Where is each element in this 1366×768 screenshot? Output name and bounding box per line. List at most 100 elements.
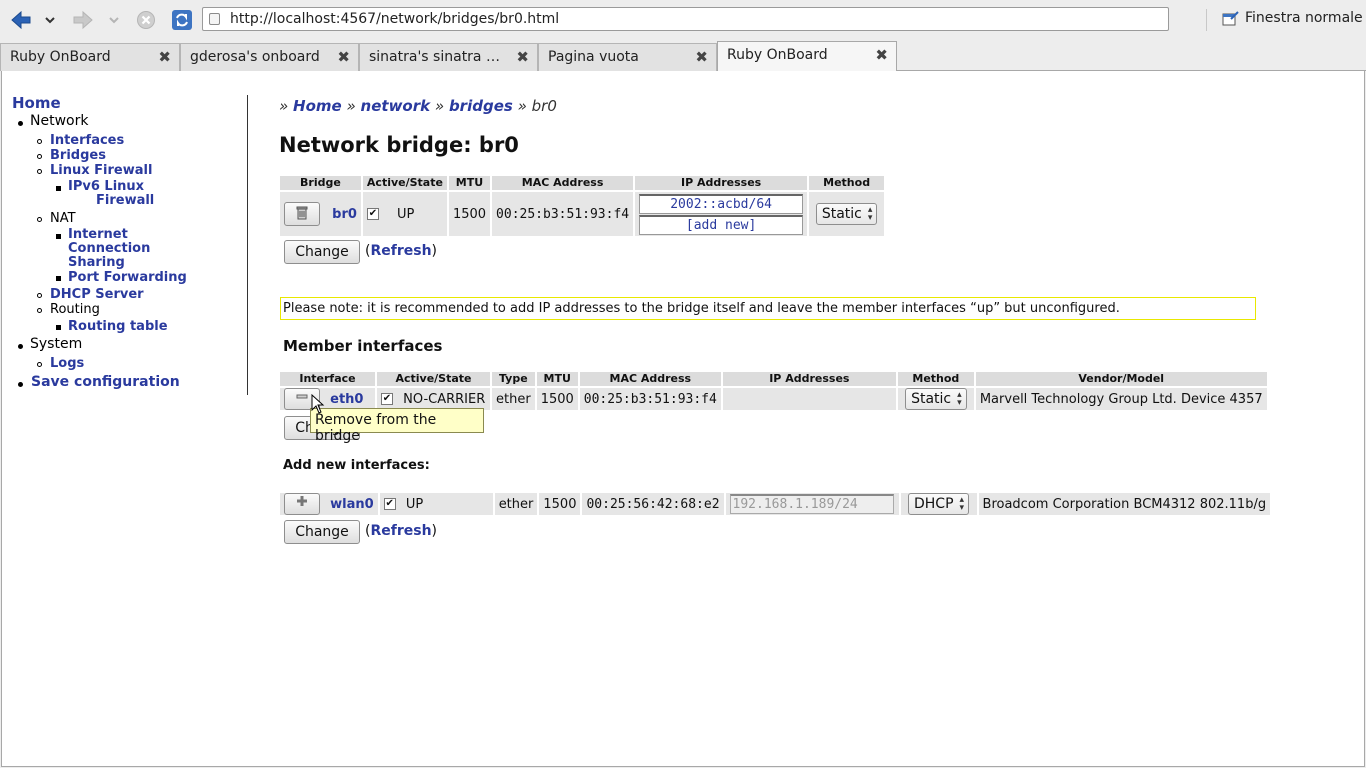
forward-button[interactable] bbox=[70, 8, 96, 32]
active-state-cell: ✔ UP bbox=[379, 493, 493, 515]
nav-save-configuration-link[interactable]: Save configuration bbox=[31, 374, 180, 390]
method-select[interactable]: Static ▴ ▾ bbox=[815, 203, 878, 225]
ip-address-input[interactable]: 2002::acbd/64 bbox=[639, 193, 804, 214]
toolbar-separator bbox=[1206, 9, 1207, 31]
bridge-name-link[interactable]: br0 bbox=[332, 207, 357, 222]
method-select[interactable]: DHCP ▴ ▾ bbox=[908, 493, 970, 515]
nav-logs-link[interactable]: Logs bbox=[50, 356, 84, 371]
add-new-interfaces-heading: Add new interfaces: bbox=[283, 458, 430, 473]
nav-internet-connection-sharing-link[interactable]: Internet Connection Sharing bbox=[68, 228, 150, 270]
refresh-link[interactable]: Refresh bbox=[370, 243, 431, 259]
delete-bridge-button[interactable] bbox=[284, 202, 320, 226]
active-state-cell: ✔ UP bbox=[362, 192, 447, 236]
active-checkbox[interactable]: ✔ bbox=[383, 498, 396, 510]
refresh-wrapper: (Refresh) bbox=[365, 243, 437, 259]
active-checkbox[interactable]: ✔ bbox=[381, 393, 393, 405]
method-select[interactable]: Static ▴ ▾ bbox=[905, 388, 967, 410]
active-checkbox[interactable]: ✔ bbox=[366, 208, 379, 220]
tab-close-icon[interactable]: ✖ bbox=[516, 49, 529, 65]
bullet-icon bbox=[18, 344, 23, 349]
forward-arrow-icon bbox=[73, 10, 93, 30]
tab-close-icon[interactable]: ✖ bbox=[337, 49, 350, 65]
refresh-link[interactable]: Refresh bbox=[370, 523, 431, 539]
nav-system-label: System bbox=[30, 336, 83, 352]
interface-name-link[interactable]: eth0 bbox=[330, 392, 363, 407]
window-mode-label: Finestra normale bbox=[1245, 10, 1363, 26]
tab-close-icon[interactable]: ✖ bbox=[875, 47, 888, 63]
nav-ics-line1: Internet bbox=[68, 227, 128, 242]
url-text: http://localhost:4567/network/bridges/br… bbox=[230, 11, 560, 27]
back-arrow-icon bbox=[11, 10, 31, 30]
tab-label: Pagina vuota bbox=[548, 49, 639, 65]
reload-button[interactable] bbox=[170, 8, 194, 32]
breadcrumb-separator: » bbox=[434, 97, 445, 115]
chevron-down-icon bbox=[109, 17, 119, 24]
col-header: MAC Address bbox=[579, 372, 721, 386]
back-history-dropdown[interactable] bbox=[42, 8, 58, 32]
ip-address-input[interactable]: 192.168.1.189/24 bbox=[729, 494, 894, 514]
member-interfaces-heading: Member interfaces bbox=[283, 337, 443, 355]
mac-cell: 00:25:56:42:68:e2 bbox=[582, 493, 724, 515]
updown-chevron-icon: ▴ ▾ bbox=[959, 495, 965, 513]
tab-sinatra[interactable]: sinatra's sinatra at master ✖ bbox=[359, 43, 538, 71]
square-bullet-icon bbox=[56, 276, 61, 281]
nav-nat-label: NAT bbox=[50, 211, 76, 226]
url-bar[interactable]: http://localhost:4567/network/bridges/br… bbox=[202, 7, 1169, 31]
nav-home-link[interactable]: Home bbox=[12, 94, 61, 112]
nav-linux-firewall-link[interactable]: Linux Firewall bbox=[50, 163, 152, 178]
tab-close-icon[interactable]: ✖ bbox=[695, 49, 708, 65]
ip-add-new-input[interactable]: [add new] bbox=[639, 214, 804, 235]
bridge-table: Bridge Active/State MTU MAC Address IP A… bbox=[278, 174, 886, 238]
tab-close-icon[interactable]: ✖ bbox=[158, 49, 171, 65]
nav-network-label: Network bbox=[30, 113, 89, 129]
interface-name-link[interactable]: wlan0 bbox=[330, 497, 374, 512]
state-value: NO-CARRIER bbox=[403, 391, 486, 407]
tab-pagina-vuota[interactable]: Pagina vuota ✖ bbox=[538, 43, 717, 71]
method-selected-value: Static bbox=[911, 391, 952, 407]
change-new-button[interactable]: Change bbox=[284, 520, 360, 544]
method-cell: DHCP ▴ ▾ bbox=[900, 493, 977, 515]
forward-history-dropdown[interactable] bbox=[106, 8, 122, 32]
nav-bridges-link[interactable]: Bridges bbox=[50, 148, 106, 163]
tab-label: gderosa's onboard bbox=[190, 49, 320, 65]
circle-bullet-icon bbox=[37, 362, 42, 367]
breadcrumb-home-link[interactable]: Home bbox=[293, 97, 342, 115]
paren-close: ) bbox=[431, 243, 438, 259]
mtu-cell: 1500 bbox=[448, 192, 491, 236]
minus-icon bbox=[296, 394, 308, 399]
tab-gderosa-onboard[interactable]: gderosa's onboard ✖ bbox=[180, 43, 359, 71]
nav-interfaces-link[interactable]: Interfaces bbox=[50, 133, 124, 148]
vendor-cell: Marvell Technology Group Ltd. Device 435… bbox=[975, 388, 1267, 410]
circle-bullet-icon bbox=[37, 217, 42, 222]
reload-icon bbox=[172, 10, 192, 30]
window-mode-button[interactable]: Finestra normale bbox=[1222, 10, 1363, 26]
nav-dhcp-server-link[interactable]: DHCP Server bbox=[50, 287, 144, 302]
add-interface-button[interactable] bbox=[284, 493, 320, 515]
breadcrumb-bridges-link[interactable]: bridges bbox=[449, 97, 513, 115]
back-button[interactable] bbox=[8, 8, 34, 32]
ip-addresses-cell: 2002::acbd/64 [add new] bbox=[635, 192, 808, 236]
tab-bar: Ruby OnBoard ✖ gderosa's onboard ✖ sinat… bbox=[0, 40, 1366, 72]
trash-icon bbox=[296, 206, 308, 220]
col-header: Interface bbox=[280, 372, 375, 386]
updown-chevron-icon: ▴ ▾ bbox=[867, 205, 873, 223]
tab-label: sinatra's sinatra at master bbox=[369, 49, 506, 65]
ip-addresses-cell: 192.168.1.189/24 bbox=[725, 493, 899, 515]
square-bullet-icon bbox=[56, 234, 61, 239]
vendor-cell: Broadcom Corporation BCM4312 802.11b/g bbox=[978, 493, 1271, 515]
change-button[interactable]: Change bbox=[284, 240, 360, 264]
method-cell: Static ▴ ▾ bbox=[809, 192, 885, 236]
nav-ipv6-line2: Firewall bbox=[96, 193, 155, 208]
type-cell: ether bbox=[494, 493, 538, 515]
square-bullet-icon bbox=[56, 186, 61, 191]
square-bullet-icon bbox=[56, 325, 61, 330]
tab-ruby-onboard-1[interactable]: Ruby OnBoard ✖ bbox=[0, 43, 180, 71]
breadcrumb-network-link[interactable]: network bbox=[361, 97, 431, 115]
col-header: Vendor/Model bbox=[975, 372, 1267, 386]
nav-ipv6-firewall-link[interactable]: IPv6 Linux Firewall bbox=[68, 180, 154, 208]
stop-button[interactable] bbox=[134, 8, 158, 32]
tab-ruby-onboard-active[interactable]: Ruby OnBoard ✖ bbox=[717, 41, 897, 72]
nav-routing-table-link[interactable]: Routing table bbox=[68, 319, 168, 334]
chevron-down-icon bbox=[45, 17, 55, 24]
nav-port-forwarding-link[interactable]: Port Forwarding bbox=[68, 270, 187, 285]
